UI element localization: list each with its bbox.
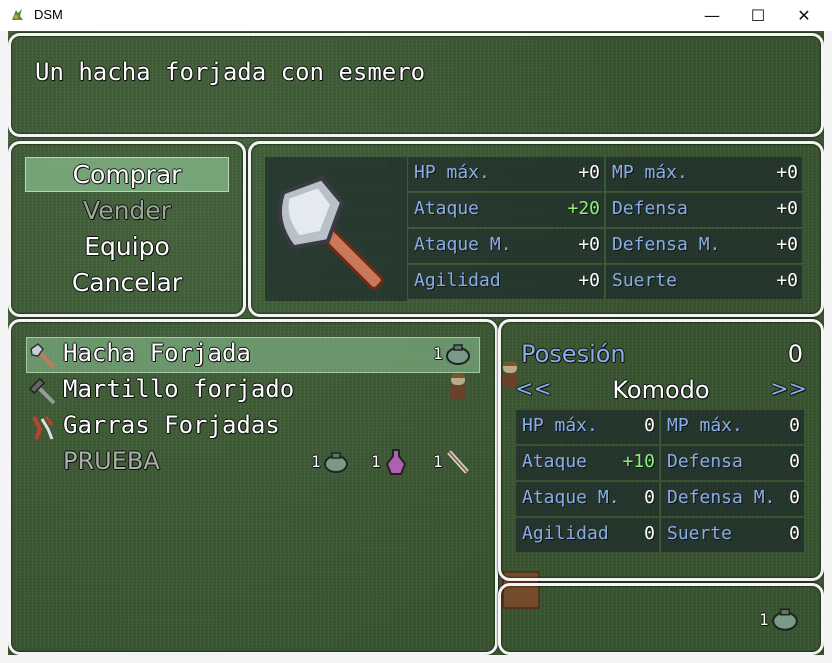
stat-cell: Ataque M. 0	[516, 482, 659, 516]
cost-amount: 1	[433, 452, 443, 471]
command-window: Comprar Vender Equipo Cancelar	[8, 141, 246, 317]
maximize-button[interactable]: ☐	[735, 0, 781, 31]
background-window-edge	[0, 655, 832, 663]
help-window: Un hacha forjada con esmero	[8, 33, 824, 137]
wand-icon	[447, 450, 469, 474]
stat-cell: MP máx. 0	[661, 410, 804, 444]
status-window: Posesión 0 << Komodo >> HP máx. 0 MP máx.…	[498, 319, 824, 581]
shop-list-window: Hacha Forjada 1 Martillo forjado Garras …	[8, 319, 498, 655]
window-title: DSM	[34, 7, 63, 22]
pot-icon	[324, 452, 348, 473]
shop-item-name[interactable]: Hacha Forjada	[63, 339, 251, 367]
command-buy[interactable]: Comprar	[11, 160, 243, 189]
axe-icon	[277, 175, 384, 291]
shop-item-name[interactable]: PRUEBA	[63, 447, 160, 475]
minimize-button[interactable]: —	[689, 0, 735, 31]
pot-icon	[446, 344, 470, 365]
stat-cell: Suerte 0	[661, 518, 804, 552]
cost-amount: 1	[311, 452, 321, 471]
app-icon	[12, 9, 23, 20]
window-titlebar: DSM — ☐ ✕	[0, 0, 832, 32]
stat-cell: Ataque +10	[516, 446, 659, 480]
stat-cell: Defensa +0	[606, 193, 802, 227]
command-equip[interactable]: Equipo	[11, 232, 243, 261]
stat-cell: MP máx. +0	[606, 157, 802, 191]
stat-cell: Ataque +20	[408, 193, 604, 227]
close-button[interactable]: ✕	[781, 0, 827, 31]
game-screen: Un hacha forjada con esmero Comprar Vend…	[8, 31, 824, 655]
help-text: Un hacha forjada con esmero	[35, 58, 426, 86]
background-window-edge	[0, 31, 8, 663]
claws-icon	[32, 416, 54, 440]
stat-cell: Agilidad 0	[516, 518, 659, 552]
possession-label: Posesión	[521, 340, 626, 368]
actor-stats-grid: HP máx. 0 MP máx. 0 Ataque +10 Defensa 0 Ata…	[516, 410, 804, 552]
stat-cell: Defensa 0	[661, 446, 804, 480]
shop-item-name[interactable]: Martillo forjado	[63, 375, 294, 403]
background-window-edge	[824, 31, 832, 663]
stat-cell: HP máx. +0	[408, 157, 604, 191]
axe-icon	[30, 343, 56, 369]
stat-cell: Defensa M. +0	[606, 229, 802, 263]
possession-value: 0	[787, 340, 803, 368]
cost-amount: 1	[371, 452, 381, 471]
stat-cell: Suerte +0	[606, 265, 802, 299]
pot-icon	[772, 608, 798, 631]
item-stats-grid: HP máx. +0 MP máx. +0 Ataque +20 Defensa +0 …	[408, 157, 802, 299]
stat-cell: Defensa M. 0	[661, 482, 804, 516]
item-stats-window: HP máx. +0 MP máx. +0 Ataque +20 Defensa +0 …	[248, 141, 824, 317]
shop-item-name[interactable]: Garras Forjadas	[63, 411, 280, 439]
stat-cell: HP máx. 0	[516, 410, 659, 444]
cost-amount: 1	[433, 344, 443, 363]
stat-cell: Agilidad +0	[408, 265, 604, 299]
item-icon-frame	[265, 157, 407, 301]
hammer-icon	[28, 377, 56, 405]
command-cancel[interactable]: Cancelar	[11, 268, 243, 297]
stat-cell: Ataque M. +0	[408, 229, 604, 263]
next-actor-button[interactable]: >>	[770, 377, 807, 402]
cost-amount: 1	[759, 610, 769, 629]
command-sell[interactable]: Vender	[11, 196, 243, 225]
potion-icon	[385, 449, 407, 475]
cost-window: 1	[498, 583, 824, 655]
